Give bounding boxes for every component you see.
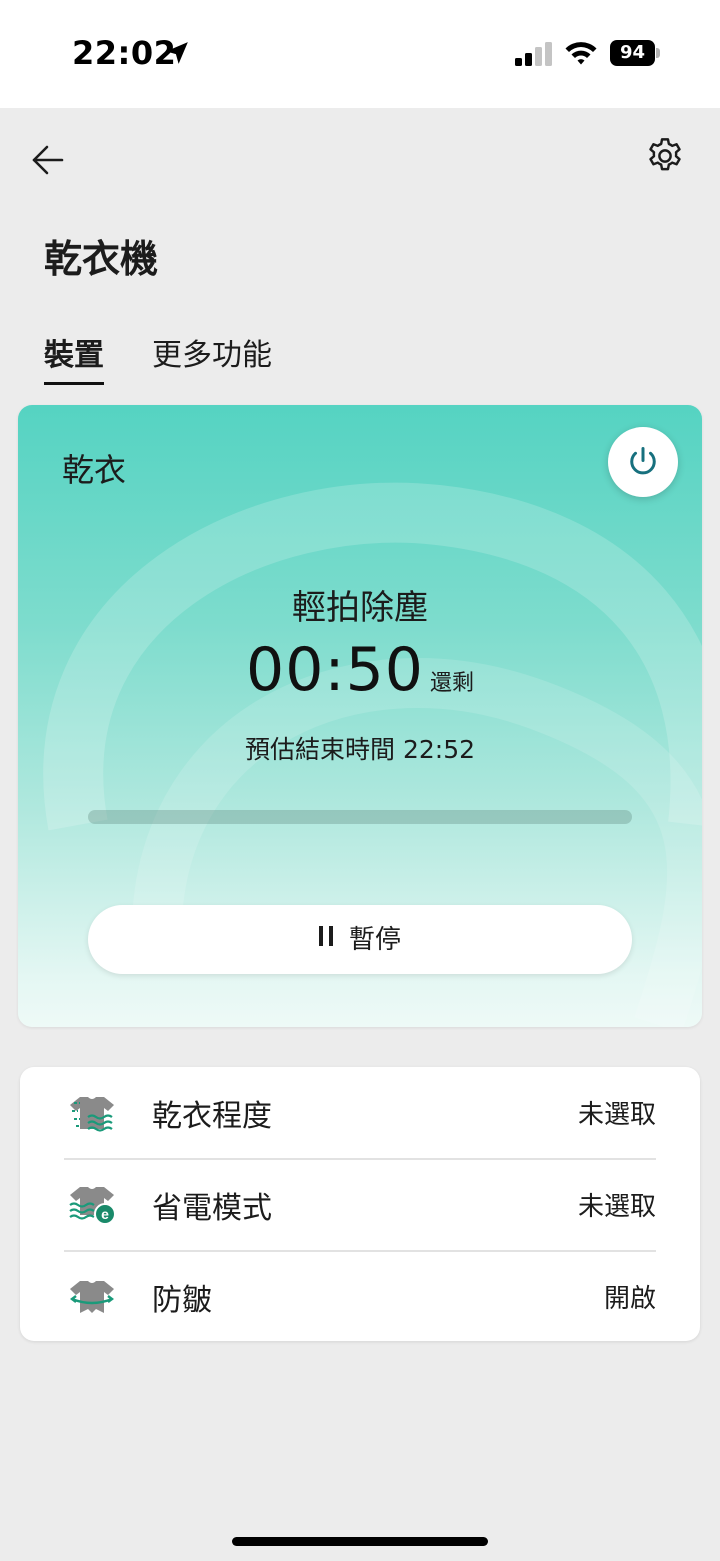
power-button[interactable] <box>608 427 678 497</box>
option-dryness-level[interactable]: 乾衣程度 未選取 <box>64 1067 656 1158</box>
pause-icon <box>318 906 333 975</box>
location-arrow-icon <box>164 40 190 70</box>
battery-level: 94 <box>619 42 646 63</box>
option-value: 未選取 <box>577 1192 656 1222</box>
home-indicator[interactable] <box>232 1537 488 1546</box>
option-label: 乾衣程度 <box>152 1099 272 1134</box>
option-eco-mode[interactable]: e 省電模式 未選取 <box>64 1159 656 1250</box>
status-bar: 22:02 94 <box>0 0 720 108</box>
option-label: 省電模式 <box>152 1191 272 1226</box>
eta-time: 22:52 <box>402 735 475 764</box>
option-value: 未選取 <box>577 1100 656 1130</box>
time-remaining: 00:50 <box>246 635 424 705</box>
time-remaining-suffix: 還剩 <box>429 671 474 696</box>
tab-device[interactable]: 裝置 <box>44 330 104 385</box>
app-screen: 22:02 94 乾衣機 裝置 更多功能 乾衣 輕拍除塵 00:50 還剩 預估… <box>0 0 720 1561</box>
tab-more-features[interactable]: 更多功能 <box>152 330 272 374</box>
time-remaining-row: 00:50 還剩 <box>18 635 702 705</box>
back-arrow-icon[interactable] <box>30 142 66 182</box>
progress-bar <box>88 810 632 824</box>
wrinkle-care-icon <box>68 1277 116 1321</box>
pause-button[interactable]: 暫停 <box>88 905 632 974</box>
wifi-icon <box>564 40 598 70</box>
option-label: 防皺 <box>152 1283 212 1318</box>
eta-label: 預估結束時間 <box>244 735 395 764</box>
pause-label: 暫停 <box>348 925 401 955</box>
cycle-stage: 輕拍除塵 <box>292 588 428 628</box>
current-mode: 乾衣 <box>62 451 127 489</box>
battery-icon: 94 <box>610 40 660 66</box>
eco-mode-icon: e <box>68 1185 116 1229</box>
option-wrinkle-care[interactable]: 防皺 開啟 <box>64 1251 656 1342</box>
cellular-signal-icon <box>515 42 553 70</box>
option-value: 開啟 <box>603 1284 656 1314</box>
gear-icon[interactable] <box>644 135 686 181</box>
dryer-status-card: 乾衣 輕拍除塵 00:50 還剩 預估結束時間 22:52 暫停 <box>18 405 702 1027</box>
status-time: 22:02 <box>72 34 177 72</box>
svg-text:e: e <box>101 1206 109 1222</box>
options-list: 乾衣程度 未選取 e 省電模式 未選取 防皺 開啟 <box>20 1067 700 1341</box>
estimated-end-row: 預估結束時間 22:52 <box>18 730 702 766</box>
dryness-level-icon <box>68 1093 116 1137</box>
power-icon <box>630 447 656 475</box>
page-title: 乾衣機 <box>44 237 159 281</box>
